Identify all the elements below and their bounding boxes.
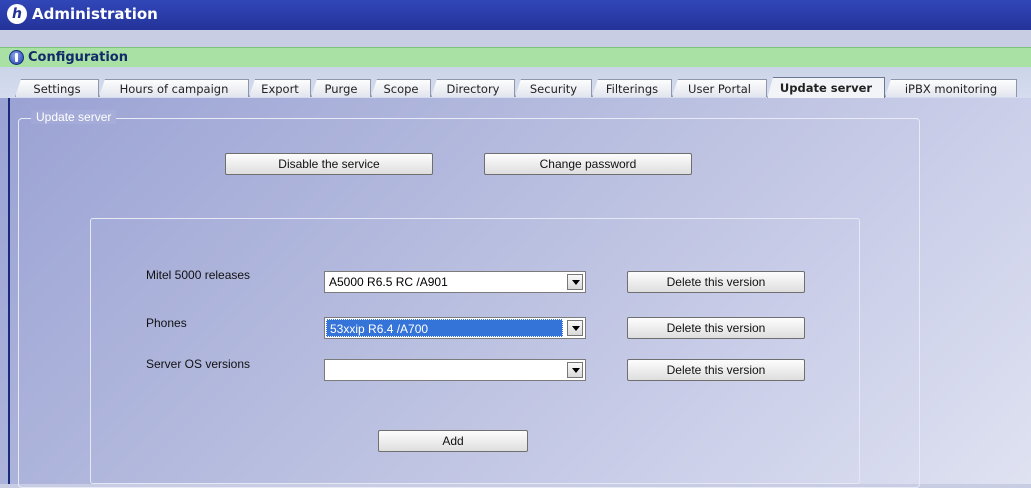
phones-label: Phones xyxy=(146,316,187,330)
chevron-down-icon[interactable] xyxy=(567,274,583,290)
tab-update-server[interactable]: Update server xyxy=(767,77,885,99)
group-label: Update server xyxy=(31,110,117,124)
delete-phone-version-button[interactable]: Delete this version xyxy=(627,317,805,339)
section-title: Configuration xyxy=(28,50,128,65)
mitel-releases-label: Mitel 5000 releases xyxy=(146,268,251,282)
tab-purge[interactable]: Purge xyxy=(311,79,371,97)
add-button[interactable]: Add xyxy=(378,430,528,452)
window-title: Administration xyxy=(32,5,158,23)
server-os-label: Server OS versions xyxy=(146,357,251,371)
mitel-releases-select[interactable]: A5000 R6.5 RC /A901 xyxy=(324,271,586,293)
tab-ipbx-monitoring[interactable]: iPBX monitoring xyxy=(885,79,1017,97)
tab-directory[interactable]: Directory xyxy=(431,79,515,97)
tab-filterings[interactable]: Filterings xyxy=(592,79,672,97)
disable-service-button[interactable]: Disable the service xyxy=(225,153,433,175)
tab-export[interactable]: Export xyxy=(249,79,311,97)
info-icon xyxy=(9,50,24,65)
tab-strip: Settings Hours of campaign Export Purge … xyxy=(0,67,1031,99)
section-bar: Configuration xyxy=(0,47,1031,68)
tab-scope[interactable]: Scope xyxy=(371,79,431,97)
server-os-select[interactable] xyxy=(324,359,586,381)
change-password-button[interactable]: Change password xyxy=(484,153,692,175)
chevron-down-icon[interactable] xyxy=(567,362,583,378)
phones-value: 53xxip R6.4 /A700 xyxy=(326,319,563,337)
mitel-releases-value: A5000 R6.5 RC /A901 xyxy=(329,275,448,289)
delete-os-version-button[interactable]: Delete this version xyxy=(627,359,805,381)
phones-select[interactable]: 53xxip R6.4 /A700 xyxy=(324,317,586,339)
app-logo-icon: ℎ xyxy=(7,4,27,24)
tab-user-portal[interactable]: User Portal xyxy=(672,79,767,97)
title-bar: ℎ Administration xyxy=(0,0,1031,30)
chevron-down-icon[interactable] xyxy=(567,320,583,336)
tab-security[interactable]: Security xyxy=(515,79,592,97)
tab-hours-of-campaign[interactable]: Hours of campaign xyxy=(99,79,249,97)
panel-left-border xyxy=(8,98,10,484)
delete-mitel-version-button[interactable]: Delete this version xyxy=(627,271,805,293)
tab-settings[interactable]: Settings xyxy=(15,79,99,97)
